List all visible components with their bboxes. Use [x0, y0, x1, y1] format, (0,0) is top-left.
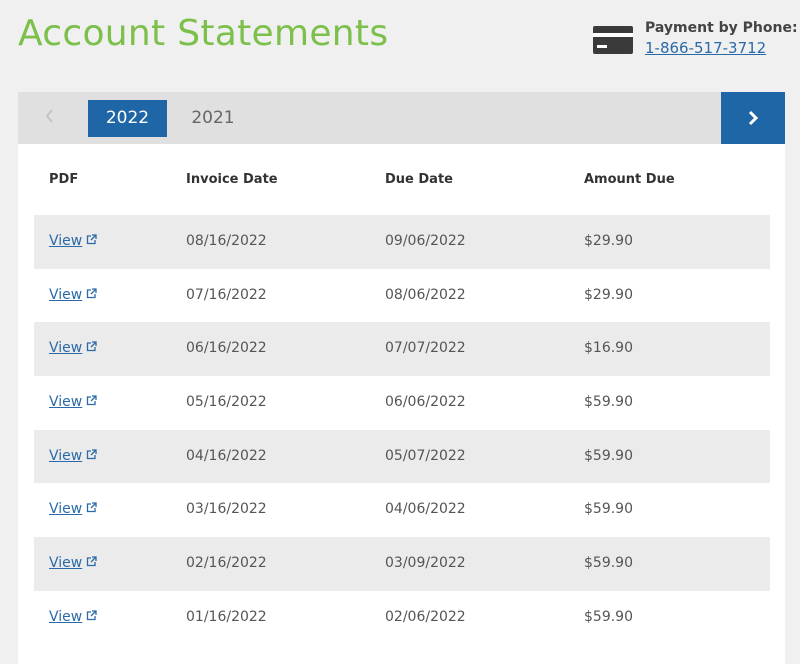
view-pdf-link[interactable]: View: [49, 448, 82, 464]
table-row: View 06/16/2022 07/07/2022 $16.90: [34, 322, 770, 377]
amount-due: $59.90: [584, 447, 633, 464]
table-row: View 03/16/2022 04/06/2022 $59.90: [34, 483, 770, 537]
amount-due: $29.90: [584, 286, 633, 303]
external-link-icon: [87, 234, 97, 245]
invoice-date: 07/16/2022: [186, 286, 267, 303]
view-pdf-link[interactable]: View: [49, 501, 82, 517]
external-link-icon: [87, 341, 97, 352]
next-year-button[interactable]: [721, 92, 785, 144]
due-date: 08/06/2022: [385, 286, 466, 303]
payment-by-phone: Payment by Phone: 1-866-517-3712: [593, 20, 798, 60]
credit-card-icon: [593, 26, 633, 54]
tab-year-2021[interactable]: 2021: [181, 100, 245, 137]
external-link-icon: [87, 395, 97, 406]
table-header: PDF Invoice Date Due Date Amount Due: [34, 172, 770, 212]
payment-label: Payment by Phone:: [645, 20, 798, 36]
table-row: View 07/16/2022 08/06/2022 $29.90: [34, 269, 770, 323]
view-pdf-link[interactable]: View: [49, 555, 82, 571]
table-row: View 08/16/2022 09/06/2022 $29.90: [34, 215, 770, 269]
due-date: 09/06/2022: [385, 233, 466, 249]
view-pdf-link[interactable]: View: [49, 394, 82, 410]
amount-due: $16.90: [584, 340, 633, 357]
view-pdf-link[interactable]: View: [49, 609, 82, 625]
amount-due: $59.90: [584, 501, 633, 518]
amount-due: $29.90: [584, 233, 633, 249]
external-link-icon: [87, 288, 97, 298]
statements-table-body: View 08/16/2022 09/06/2022 $29.90 View 0…: [34, 215, 770, 645]
chevron-left-icon[interactable]: [40, 106, 60, 130]
amount-due: $59.90: [584, 608, 633, 625]
invoice-date: 03/16/2022: [186, 501, 267, 518]
due-date: 05/07/2022: [385, 447, 466, 464]
invoice-date: 08/16/2022: [186, 233, 267, 249]
statements-panel: PDF Invoice Date Due Date Amount Due Vie…: [18, 144, 785, 664]
column-header-amount-due: Amount Due: [584, 172, 675, 187]
amount-due: $59.90: [584, 394, 633, 411]
year-tabs-bar: 2022 2021: [18, 92, 785, 144]
due-date: 04/06/2022: [385, 501, 466, 518]
view-pdf-link[interactable]: View: [49, 340, 82, 356]
external-link-icon: [87, 502, 97, 513]
due-date: 06/06/2022: [385, 394, 466, 411]
tab-year-2022[interactable]: 2022: [88, 100, 167, 137]
external-link-icon: [87, 610, 97, 620]
due-date: 03/09/2022: [385, 555, 466, 572]
table-row: View 01/16/2022 02/06/2022 $59.90: [34, 591, 770, 645]
column-header-pdf: PDF: [49, 172, 79, 187]
invoice-date: 02/16/2022: [186, 555, 267, 572]
invoice-date: 01/16/2022: [186, 608, 267, 625]
external-link-icon: [87, 449, 97, 459]
external-link-icon: [87, 556, 97, 567]
invoice-date: 06/16/2022: [186, 340, 267, 357]
column-header-invoice-date: Invoice Date: [186, 172, 278, 187]
chevron-right-icon: [748, 110, 759, 126]
column-header-due-date: Due Date: [385, 172, 453, 187]
due-date: 07/07/2022: [385, 340, 466, 357]
table-row: View 05/16/2022 06/06/2022 $59.90: [34, 376, 770, 430]
page-title: Account Statements: [18, 13, 389, 54]
view-pdf-link[interactable]: View: [49, 233, 82, 249]
table-row: View 02/16/2022 03/09/2022 $59.90: [34, 537, 770, 591]
table-row: View 04/16/2022 05/07/2022 $59.90: [34, 429, 770, 484]
invoice-date: 05/16/2022: [186, 394, 267, 411]
view-pdf-link[interactable]: View: [49, 287, 82, 303]
payment-phone-link[interactable]: 1-866-517-3712: [645, 39, 766, 57]
invoice-date: 04/16/2022: [186, 447, 267, 464]
amount-due: $59.90: [584, 555, 633, 572]
due-date: 02/06/2022: [385, 608, 466, 625]
